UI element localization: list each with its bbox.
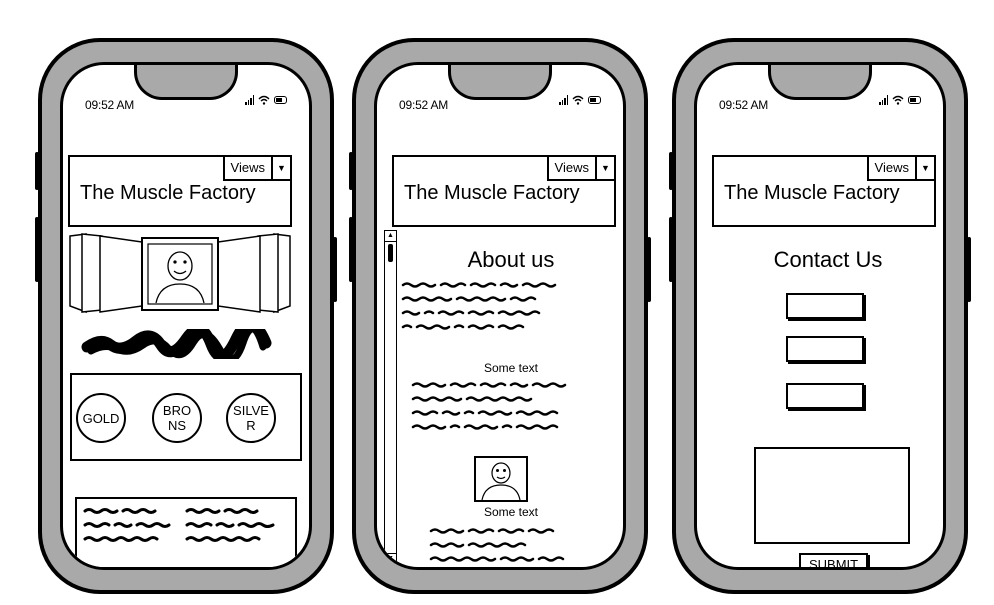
message-textarea[interactable]	[754, 447, 910, 544]
battery-icon	[588, 96, 601, 104]
phone-about: 09:52 AM The Muscle Factory Views ▼ ▲ ▼ …	[349, 38, 651, 594]
plan-label: SILVE R	[233, 403, 269, 433]
views-label: Views	[874, 160, 909, 175]
image-carousel[interactable]	[68, 232, 292, 316]
views-label: Views	[554, 160, 589, 175]
battery-icon	[908, 96, 921, 104]
chevron-down-icon: ▼	[271, 157, 290, 179]
side-button	[669, 152, 673, 190]
scroll-thumb[interactable]	[388, 244, 393, 262]
placeholder-text	[429, 528, 565, 562]
signal-icon	[245, 95, 254, 105]
wifi-icon	[892, 95, 904, 105]
battery-icon	[274, 96, 287, 104]
side-button	[349, 217, 353, 282]
status-icons	[879, 95, 921, 105]
plan-label: BRO NS	[162, 403, 192, 433]
screen: 09:52 AM The Muscle Factory Views ▼ ▲ ▼ …	[374, 62, 626, 570]
scribble-banner	[81, 329, 272, 359]
phone-field[interactable]	[786, 383, 864, 409]
wifi-icon	[258, 95, 270, 105]
app-header: The Muscle Factory Views ▼	[712, 155, 936, 227]
screen: 09:52 AM The Muscle Factory Views ▼ GOLD…	[60, 62, 312, 570]
status-icons	[245, 95, 287, 105]
carousel-slide	[257, 233, 279, 313]
phone-home: 09:52 AM The Muscle Factory Views ▼ GOLD…	[35, 38, 337, 594]
carousel-slide	[99, 235, 143, 313]
status-icons	[559, 95, 601, 105]
about-image	[474, 456, 528, 502]
about-subheading: Some text	[483, 361, 539, 375]
screen: 09:52 AM The Muscle Factory Views ▼ Cont…	[694, 62, 946, 570]
views-dropdown[interactable]: Views ▼	[222, 157, 290, 181]
contact-heading: Contact Us	[773, 247, 883, 272]
notch	[134, 65, 238, 100]
side-button	[647, 237, 651, 302]
views-dropdown[interactable]: Views ▼	[546, 157, 614, 181]
about-heading: About us	[467, 247, 555, 272]
side-button	[349, 152, 353, 190]
side-button	[669, 217, 673, 282]
notch	[768, 65, 872, 100]
signal-icon	[879, 95, 888, 105]
chevron-down-icon: ▼	[915, 157, 934, 179]
carousel-slide	[217, 235, 261, 313]
views-label: Views	[230, 160, 265, 175]
side-button	[333, 237, 337, 302]
status-time: 09:52 AM	[85, 98, 135, 112]
user-avatar-icon	[481, 462, 521, 501]
submit-button[interactable]: SUBMIT	[799, 553, 869, 567]
app-header: The Muscle Factory Views ▼	[68, 155, 292, 227]
email-field[interactable]	[786, 336, 864, 362]
side-button	[35, 152, 39, 190]
signal-icon	[559, 95, 568, 105]
plans-panel: GOLD BRO NS SILVE R	[70, 373, 302, 461]
brand-title: The Muscle Factory	[724, 182, 900, 204]
views-dropdown[interactable]: Views ▼	[866, 157, 934, 181]
plan-brons[interactable]: BRO NS	[152, 393, 202, 443]
vertical-scrollbar[interactable]: ▲ ▼	[384, 230, 397, 565]
scroll-up-icon[interactable]: ▲	[385, 231, 396, 242]
plan-gold[interactable]: GOLD	[76, 393, 126, 443]
phone-contact: 09:52 AM The Muscle Factory Views ▼ Cont…	[669, 38, 971, 594]
status-time: 09:52 AM	[719, 98, 769, 112]
scroll-down-icon[interactable]: ▼	[385, 553, 396, 564]
side-button	[967, 237, 971, 302]
chevron-down-icon: ▼	[595, 157, 614, 179]
placeholder-text	[411, 382, 567, 430]
brand-title: The Muscle Factory	[404, 182, 580, 204]
carousel-slide	[81, 233, 103, 313]
name-field[interactable]	[786, 293, 864, 319]
notch	[448, 65, 552, 100]
side-button	[35, 217, 39, 282]
brand-title: The Muscle Factory	[80, 182, 256, 204]
info-text-panel	[75, 497, 297, 567]
placeholder-text	[83, 508, 275, 542]
placeholder-text	[401, 282, 557, 330]
plan-silver[interactable]: SILVE R	[226, 393, 276, 443]
status-time: 09:52 AM	[399, 98, 449, 112]
image-caption: Some text	[483, 505, 539, 519]
app-header: The Muscle Factory Views ▼	[392, 155, 616, 227]
wifi-icon	[572, 95, 584, 105]
